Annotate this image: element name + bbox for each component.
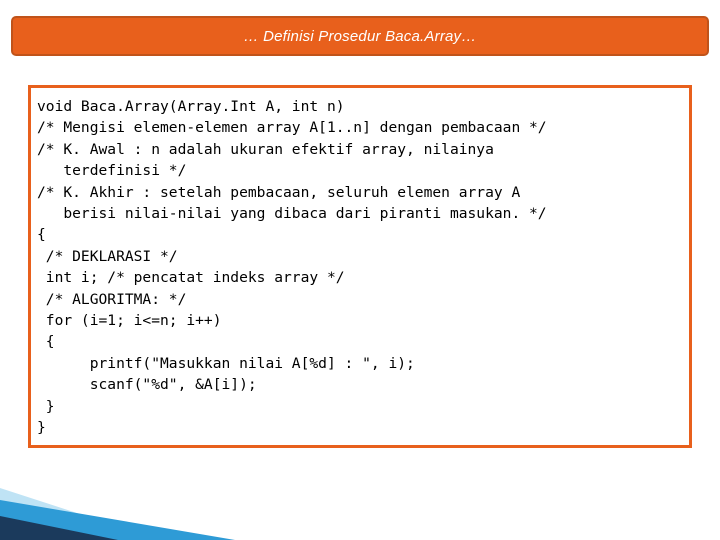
code-line: terdefinisi */: [37, 162, 187, 180]
code-line: int i; /* pencatat indeks array */: [37, 269, 345, 287]
code-line: /* DEKLARASI */: [37, 247, 178, 265]
code-line: {: [37, 226, 46, 244]
code-line: for (i=1; i<=n; i++): [37, 312, 222, 330]
code-line: {: [37, 333, 55, 351]
code-block-container: void Baca.Array(Array.Int A, int n) /* Me…: [28, 85, 692, 448]
code-line: /* K. Akhir : setelah pembacaan, seluruh…: [37, 183, 521, 201]
code-line: void Baca.Array(Array.Int A, int n): [37, 98, 345, 115]
page-title: … Definisi Prosedur Baca.Array…: [243, 27, 477, 45]
code-block: void Baca.Array(Array.Int A, int n) /* Me…: [37, 96, 679, 439]
code-line: printf("Masukkan nilai A[%d] : ", i);: [37, 354, 415, 372]
code-line: scanf("%d", &A[i]);: [37, 376, 257, 394]
code-line: /* K. Awal : n adalah ukuran efektif arr…: [37, 140, 494, 158]
code-line: /* Mengisi elemen-elemen array A[1..n] d…: [37, 119, 547, 137]
code-line: }: [37, 397, 55, 415]
slide-canvas: … Definisi Prosedur Baca.Array… void Bac…: [0, 0, 720, 540]
code-line: berisi nilai-nilai yang dibaca dari pira…: [37, 205, 547, 223]
code-line: /* ALGORITMA: */: [37, 290, 187, 308]
slide-title-bar: … Definisi Prosedur Baca.Array…: [11, 16, 709, 56]
code-line: }: [37, 419, 46, 437]
